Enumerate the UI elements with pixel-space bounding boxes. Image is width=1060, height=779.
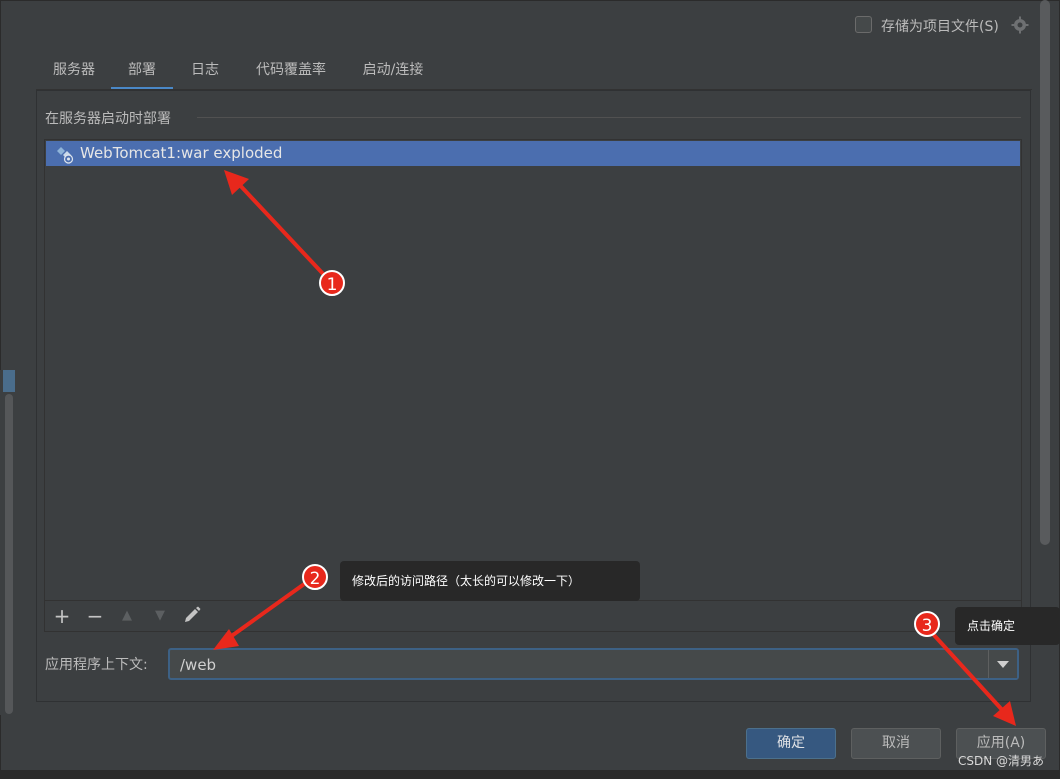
watermark: CSDN @清男あ xyxy=(958,754,1045,768)
annotation-badge-3: 3 xyxy=(914,611,940,637)
tooltip-confirm-hint: 点击确定 xyxy=(955,607,1060,645)
annotation-badge-1: 1 xyxy=(319,270,345,296)
annotation-arrows xyxy=(213,170,1016,726)
tooltip-path-hint: 修改后的访问路径（太长的可以修改一下） xyxy=(340,561,640,601)
annotation-badge-2: 2 xyxy=(302,564,328,590)
